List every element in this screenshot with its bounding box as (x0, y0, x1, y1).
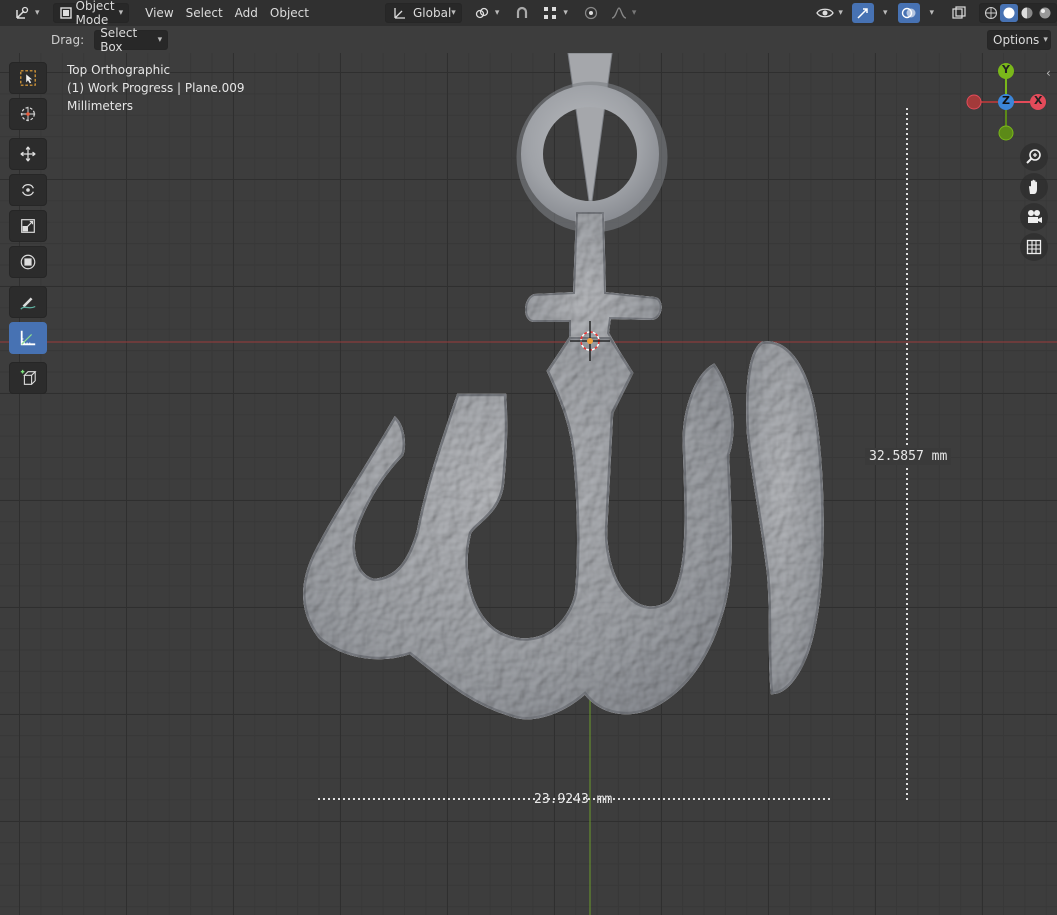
sidebar-toggle-icon[interactable]: ‹ (1046, 66, 1051, 80)
camera-view-button[interactable] (1020, 203, 1048, 231)
width-measurement-label: 23.9243 mm (534, 792, 613, 807)
falloff-select[interactable]: ▾ (605, 3, 642, 23)
chevron-down-icon: ▾ (631, 8, 637, 18)
chevron-down-icon: ▾ (494, 8, 500, 18)
grid-icon (1025, 238, 1043, 256)
menu-object[interactable]: Object (264, 3, 315, 23)
gizmo-select[interactable]: ▾ (874, 3, 893, 23)
magnet-icon (513, 4, 531, 22)
scale-icon (19, 217, 37, 235)
grid-snap-icon (541, 4, 559, 22)
shading-group (979, 3, 1057, 23)
zoom-icon (1025, 148, 1043, 166)
3d-viewport[interactable]: 32.5857 mm 23.9243 mm (0, 53, 1057, 915)
chevron-down-icon: ▾ (35, 8, 40, 18)
gizmo-arrow-icon (854, 4, 872, 22)
viewport-header: ▾ Object Mode ▾ View Select Add Object G… (0, 0, 1057, 27)
snap-toggle[interactable] (508, 3, 536, 23)
xray-icon (950, 4, 968, 22)
options-label: Options (993, 32, 1040, 47)
mode-label: Object Mode (75, 0, 115, 27)
viewport-scene (0, 53, 1057, 915)
camera-icon (1025, 208, 1043, 226)
solid-shading-icon[interactable] (1000, 4, 1018, 22)
editor-type-button[interactable]: ▾ (8, 3, 45, 23)
zoom-button[interactable] (1020, 143, 1048, 171)
rendered-shading-icon[interactable] (1036, 4, 1054, 22)
mode-select[interactable]: Object Mode ▾ (52, 0, 130, 27)
move-arrows-icon (19, 145, 37, 163)
chevron-down-icon: ▾ (882, 8, 888, 18)
toolbar (9, 62, 49, 398)
cursor-icon (19, 105, 37, 123)
neg-y-axis-handle (998, 125, 1014, 141)
drag-value: Select Box (100, 25, 138, 54)
drag-label: Drag: (51, 32, 85, 47)
scale-tool[interactable] (9, 210, 47, 242)
link-icon (473, 4, 491, 22)
transform-tool[interactable] (9, 246, 47, 278)
eye-icon (816, 4, 835, 22)
xray-toggle[interactable] (945, 3, 973, 23)
overlays-select[interactable]: ▾ (920, 3, 939, 23)
annotate-tool[interactable] (9, 286, 47, 318)
navigation-gizmo[interactable]: X Y Z (962, 60, 1052, 146)
pendant-object[interactable] (303, 53, 824, 720)
proportional-edit-toggle[interactable] (577, 3, 605, 23)
tool-settings-header: Drag: Select Box ▾ Options ▾ (0, 26, 1057, 54)
overlays-toggle[interactable] (898, 3, 921, 23)
visibility-select[interactable]: ▾ (811, 3, 848, 23)
viewport-info: Top Orthographic (1) Work Progress | Pla… (67, 61, 245, 115)
orientation-label: Global (413, 6, 452, 20)
z-axis-label: Z (1002, 94, 1010, 107)
collection-object-name: (1) Work Progress | Plane.009 (67, 81, 245, 95)
pivot-point-button[interactable]: ▾ (468, 3, 505, 23)
units-label: Millimeters (67, 99, 134, 113)
transform-icon (19, 253, 37, 271)
proportional-icon (582, 4, 600, 22)
chevron-down-icon: ▾ (838, 8, 843, 18)
rotate-tool[interactable] (9, 174, 47, 206)
hand-icon (1025, 178, 1043, 196)
y-axis-label: Y (1002, 63, 1010, 76)
select-box-tool[interactable] (9, 62, 47, 94)
menu-add[interactable]: Add (229, 3, 264, 23)
chevron-down-icon: ▾ (1043, 34, 1048, 45)
select-box-icon (19, 69, 37, 87)
cursor-tool[interactable] (9, 98, 47, 130)
measure-tool[interactable] (9, 322, 47, 354)
gizmo-toggle[interactable] (851, 3, 874, 23)
axis-icon (391, 4, 409, 22)
chevron-down-icon: ▾ (118, 8, 124, 18)
perspective-toggle-button[interactable] (1020, 233, 1048, 261)
orientation-icon (13, 4, 31, 22)
add-cube-icon (19, 369, 37, 387)
transform-orientation-select[interactable]: Global ▾ (385, 3, 462, 23)
pencil-icon (19, 293, 37, 311)
rotate-icon (19, 181, 37, 199)
chevron-down-icon: ▾ (563, 8, 568, 18)
wireframe-shading-icon[interactable] (982, 4, 1000, 22)
material-shading-icon[interactable] (1018, 4, 1036, 22)
view-name: Top Orthographic (67, 63, 171, 77)
neg-x-axis-handle (966, 94, 982, 110)
chevron-down-icon: ▾ (451, 8, 456, 18)
height-measurement-label: 32.5857 mm (865, 448, 952, 465)
menu-select[interactable]: Select (180, 3, 229, 23)
move-tool[interactable] (9, 138, 47, 170)
menu-view[interactable]: View (139, 3, 179, 23)
pan-button[interactable] (1020, 173, 1048, 201)
add-cube-tool[interactable] (9, 362, 47, 394)
object-mode-icon (59, 4, 73, 22)
options-button[interactable]: Options ▾ (987, 29, 1051, 50)
chevron-down-icon: ▾ (157, 34, 163, 45)
snap-target-select[interactable]: ▾ (536, 3, 573, 23)
falloff-curve-icon (610, 4, 628, 22)
drag-select[interactable]: Select Box ▾ (94, 26, 169, 54)
overlays-icon (900, 4, 918, 22)
ruler-icon (19, 329, 37, 347)
chevron-down-icon: ▾ (929, 8, 934, 18)
x-axis-label: X (1034, 94, 1043, 107)
